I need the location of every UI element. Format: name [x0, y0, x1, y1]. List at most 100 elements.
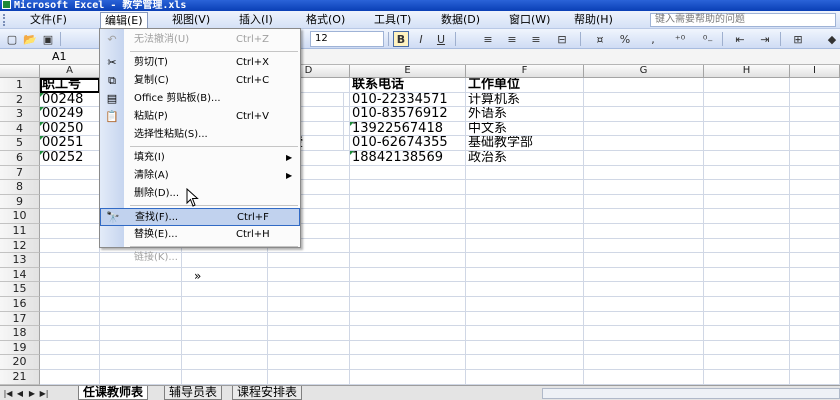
grid-cell[interactable] — [704, 253, 790, 268]
grid-cell[interactable] — [790, 136, 840, 151]
grid-cell[interactable] — [790, 297, 840, 312]
menu-4[interactable]: 格式(O) — [302, 12, 349, 28]
menu-0[interactable]: 文件(F) — [26, 12, 71, 28]
grid-cell[interactable] — [40, 370, 100, 385]
first-sheet-icon[interactable]: |◀ — [2, 388, 14, 399]
grid-cell[interactable] — [40, 340, 100, 356]
borders-icon[interactable]: ⊞ — [790, 31, 806, 47]
grid-cell[interactable] — [350, 355, 466, 370]
underline-button[interactable]: U — [433, 31, 449, 47]
grid-cell[interactable] — [182, 311, 268, 327]
grid-cell[interactable] — [100, 311, 182, 327]
increase-indent-icon[interactable]: ⇥ — [757, 31, 773, 47]
edit-menu-item-2[interactable]: ✂ 剪切(T) Ctrl+X — [100, 54, 300, 72]
grid-cell[interactable] — [584, 107, 704, 122]
cell-F3[interactable]: 外语系 — [466, 107, 584, 122]
grid-cell[interactable] — [40, 180, 100, 195]
edit-menu-item-6[interactable]: 选择性粘贴(S)... — [100, 126, 300, 144]
grid-cell[interactable] — [584, 194, 704, 210]
grid-cell[interactable] — [466, 326, 584, 341]
grid-cell[interactable] — [790, 194, 840, 210]
toolbar-grip[interactable] — [3, 14, 7, 26]
grid-cell[interactable] — [350, 194, 466, 210]
row-header-9[interactable]: 9 — [0, 194, 40, 210]
cell-E1[interactable]: 联系电话 — [350, 78, 466, 93]
grid-cell[interactable] — [466, 355, 584, 370]
grid-cell[interactable] — [790, 107, 840, 122]
sheet-tab-2[interactable]: 课程安排表 — [232, 386, 303, 400]
row-header-16[interactable]: 16 — [0, 297, 40, 312]
edit-menu-item-8[interactable]: 填充(I) ▶ — [100, 149, 300, 167]
grid-cell[interactable] — [466, 297, 584, 312]
percent-button[interactable]: % — [617, 31, 633, 47]
grid-cell[interactable] — [790, 151, 840, 166]
row-header-8[interactable]: 8 — [0, 180, 40, 195]
cell-F6[interactable]: 政治系 — [466, 151, 584, 166]
grid-cell[interactable] — [584, 326, 704, 341]
horizontal-scrollbar[interactable] — [542, 388, 840, 399]
menu-6[interactable]: 数据(D) — [437, 12, 484, 28]
grid-cell[interactable] — [40, 194, 100, 210]
row-header-2[interactable]: 2 — [0, 92, 40, 108]
grid-cell[interactable] — [100, 370, 182, 385]
grid-cell[interactable] — [584, 92, 704, 108]
grid-cell[interactable] — [40, 282, 100, 297]
grid-cell[interactable] — [268, 326, 350, 341]
grid-cell[interactable] — [704, 326, 790, 341]
grid-cell[interactable] — [350, 238, 466, 254]
grid-cell[interactable] — [350, 311, 466, 327]
grid-cell[interactable] — [350, 224, 466, 239]
next-sheet-icon[interactable]: ▶ — [26, 388, 38, 399]
grid-cell[interactable] — [790, 253, 840, 268]
edit-menu-item-12[interactable]: 🔭 查找(F)... Ctrl+F — [100, 208, 300, 226]
fill-color-icon[interactable]: ◆ — [824, 31, 840, 47]
grid-cell[interactable] — [350, 180, 466, 195]
prev-sheet-icon[interactable]: ◀ — [14, 388, 26, 399]
decrease-decimal-icon[interactable]: ⁰₋ — [700, 31, 716, 47]
grid-cell[interactable] — [790, 224, 840, 239]
grid-cell[interactable] — [704, 340, 790, 356]
column-header-F[interactable]: F — [466, 65, 584, 78]
cell-F4[interactable]: 中文系 — [466, 121, 584, 137]
row-header-13[interactable]: 13 — [0, 253, 40, 268]
grid-cell[interactable] — [584, 253, 704, 268]
edit-menu-item-9[interactable]: 清除(A) ▶ — [100, 167, 300, 185]
menu-3[interactable]: 插入(I) — [235, 12, 277, 28]
grid-cell[interactable] — [584, 136, 704, 151]
grid-cell[interactable] — [704, 297, 790, 312]
grid-cell[interactable] — [40, 326, 100, 341]
grid-cell[interactable] — [584, 311, 704, 327]
edit-menu-item-5[interactable]: 📋 粘贴(P) Ctrl+V — [100, 108, 300, 126]
grid-cell[interactable] — [584, 209, 704, 224]
grid-cell[interactable] — [584, 297, 704, 312]
grid-cell[interactable] — [704, 78, 790, 93]
italic-button[interactable]: I — [413, 31, 429, 47]
cell-E2[interactable]: 010-22334571 — [350, 92, 466, 108]
grid-cell[interactable] — [268, 370, 350, 385]
grid-cell[interactable] — [790, 355, 840, 370]
currency-icon[interactable]: ¤ — [592, 31, 608, 47]
cell-A2[interactable]: 00248 — [40, 92, 100, 108]
grid-cell[interactable] — [704, 121, 790, 137]
grid-cell[interactable] — [268, 297, 350, 312]
grid-cell[interactable] — [182, 326, 268, 341]
merge-center-icon[interactable]: ⊟ — [554, 31, 570, 47]
grid-cell[interactable] — [350, 297, 466, 312]
align-center-icon[interactable]: ≡ — [504, 31, 520, 47]
grid-cell[interactable] — [350, 267, 466, 283]
cell-A5[interactable]: 00251 — [40, 136, 100, 151]
grid-cell[interactable] — [704, 282, 790, 297]
row-header-18[interactable]: 18 — [0, 326, 40, 341]
edit-menu-item-4[interactable]: ▤ Office 剪贴板(B)... — [100, 90, 300, 108]
row-header-15[interactable]: 15 — [0, 282, 40, 297]
grid-cell[interactable] — [790, 78, 840, 93]
grid-cell[interactable] — [704, 370, 790, 385]
grid-cell[interactable] — [584, 267, 704, 283]
grid-cell[interactable] — [466, 370, 584, 385]
grid-cell[interactable] — [40, 209, 100, 224]
grid-cell[interactable] — [704, 311, 790, 327]
grid-cell[interactable] — [100, 326, 182, 341]
increase-decimal-icon[interactable]: ⁺⁰ — [672, 31, 688, 47]
row-header-3[interactable]: 3 — [0, 107, 40, 122]
cell-E3[interactable]: 010-83576912 — [350, 107, 466, 122]
